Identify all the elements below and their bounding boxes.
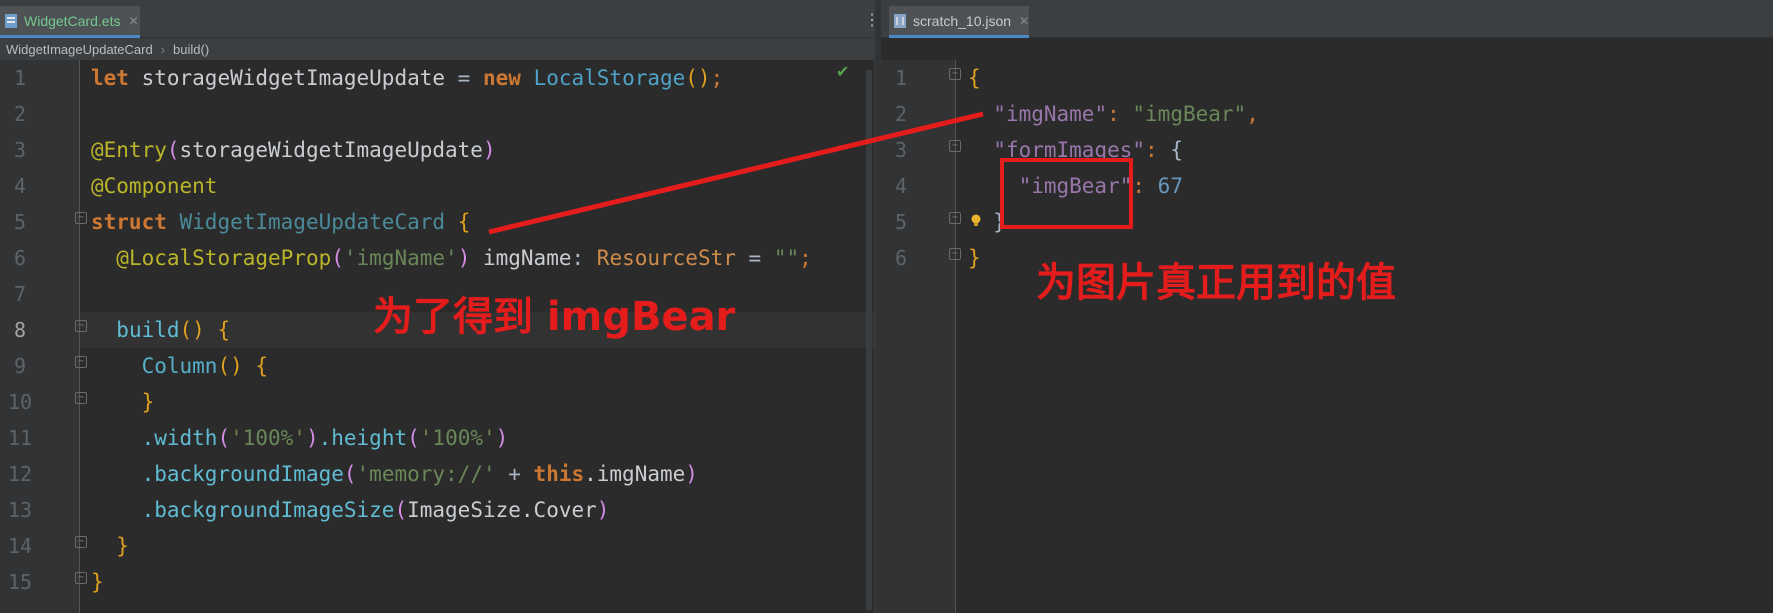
annotation-left: 为了得到 imgBear: [373, 294, 736, 340]
highlight-box: [1000, 158, 1133, 229]
annotation-arrow: [488, 111, 984, 235]
arrow-line: [488, 111, 984, 235]
annotation-right: 为图片真正用到的值: [1036, 260, 1396, 306]
